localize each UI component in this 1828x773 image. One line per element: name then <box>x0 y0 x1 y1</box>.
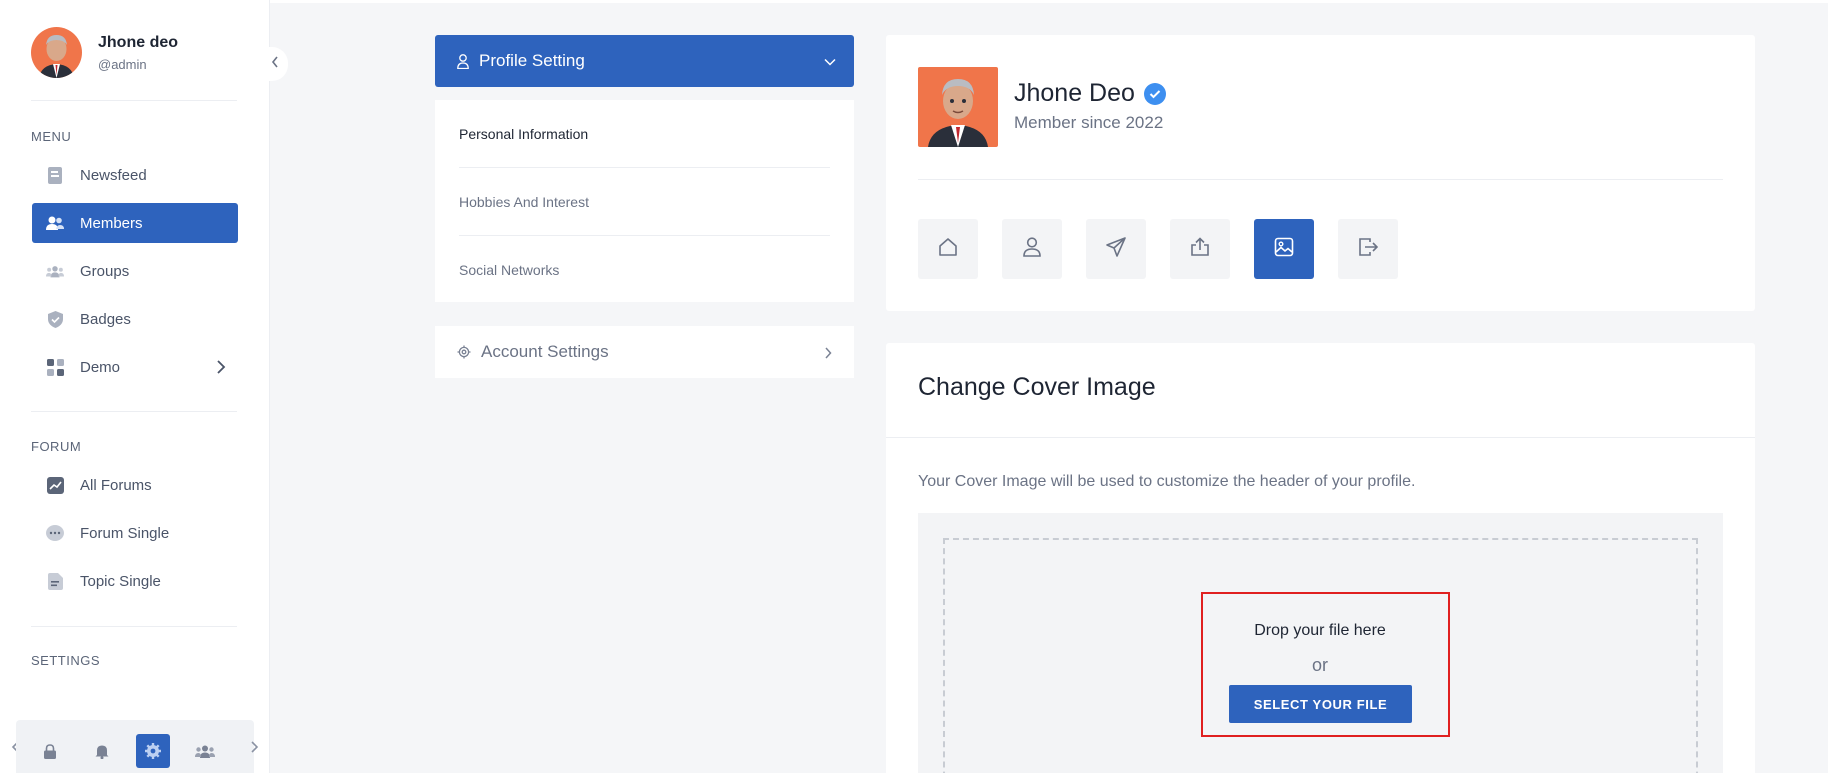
sidebar-item-groups[interactable]: Groups <box>32 251 238 291</box>
groups-icon <box>46 262 64 280</box>
tab-messages[interactable] <box>1086 219 1146 279</box>
upload-icon <box>1190 236 1210 262</box>
users-icon[interactable] <box>188 734 222 768</box>
account-settings-label: Account Settings <box>481 342 609 361</box>
profile-name: Jhone Deo <box>1014 79 1135 107</box>
user-icon <box>1023 236 1041 262</box>
select-file-button[interactable]: SELECT YOUR FILE <box>1229 685 1412 723</box>
chevron-right-icon <box>824 344 832 364</box>
cover-title: Change Cover Image <box>918 373 1156 401</box>
bell-icon[interactable] <box>85 734 119 768</box>
sidebar-item-label: Members <box>80 214 143 232</box>
cover-divider <box>886 437 1755 438</box>
tab-profile[interactable] <box>1002 219 1062 279</box>
sidebar-item-label: All Forums <box>80 476 152 494</box>
badge-icon <box>46 310 64 328</box>
menu-section-label: MENU <box>31 129 72 144</box>
sidebar-item-label: Badges <box>80 310 131 328</box>
profile-setting-list: Personal Information Hobbies And Interes… <box>435 100 854 302</box>
account-settings-header[interactable]: Account Settings <box>435 326 854 378</box>
chevron-right-icon <box>216 359 226 379</box>
tab-logout[interactable] <box>1338 219 1398 279</box>
member-since: Member since 2022 <box>1014 113 1164 132</box>
sidebar-item-label: Topic Single <box>80 572 161 590</box>
profile-setting-header[interactable]: Profile Setting <box>435 35 854 87</box>
settings-section-label: SETTINGS <box>31 653 101 668</box>
chat-icon <box>46 524 64 542</box>
sidebar-collapse-button[interactable] <box>262 47 288 81</box>
gear-icon <box>457 345 471 359</box>
user-icon <box>457 53 469 69</box>
logout-icon <box>1358 237 1379 262</box>
profile-name-row: Jhone Deo <box>1014 79 1166 108</box>
lock-icon[interactable] <box>33 734 67 768</box>
sidebar-item-all-forums[interactable]: All Forums <box>32 465 238 505</box>
newsfeed-icon <box>46 166 64 184</box>
sidebar-item-forum-single[interactable]: Forum Single <box>32 513 238 553</box>
bottom-toolbar <box>16 720 254 773</box>
tab-cover-image[interactable] <box>1254 219 1314 279</box>
chart-icon <box>46 476 64 494</box>
chevron-left-icon <box>271 55 279 74</box>
avatar <box>31 27 82 78</box>
profile-avatar <box>918 67 998 147</box>
tab-home[interactable] <box>918 219 978 279</box>
profile-card: Jhone Deo Member since 2022 <box>886 35 1755 311</box>
sidebar-item-topic-single[interactable]: Topic Single <box>32 561 238 601</box>
or-text: or <box>1311 655 1328 675</box>
user-handle: @admin <box>98 56 147 72</box>
chevron-down-icon <box>824 51 836 71</box>
image-icon <box>1274 237 1294 262</box>
sidebar-profile[interactable]: Jhone deo @admin <box>31 27 178 78</box>
menu-item-social-networks[interactable]: Social Networks <box>459 236 830 304</box>
sidebar-item-label: Forum Single <box>80 524 170 542</box>
profile-divider <box>918 179 1723 180</box>
cover-description: Your Cover Image will be used to customi… <box>918 473 1416 490</box>
home-icon <box>938 237 958 262</box>
sidebar-divider <box>31 100 237 101</box>
members-icon <box>46 214 64 232</box>
profile-setting-label: Profile Setting <box>479 51 585 70</box>
user-name: Jhone deo <box>98 33 179 51</box>
sidebar: Jhone deo @admin MENU Newsfeed Members G… <box>0 0 270 773</box>
menu-item-personal-information[interactable]: Personal Information <box>459 100 830 168</box>
sidebar-divider <box>31 411 237 412</box>
gear-icon[interactable] <box>136 734 170 768</box>
send-icon <box>1106 236 1126 262</box>
sidebar-item-members[interactable]: Members <box>32 203 238 243</box>
grid-icon <box>46 358 64 376</box>
drop-text: Drop your file here <box>1254 622 1386 639</box>
menu-item-hobbies-and-interest[interactable]: Hobbies And Interest <box>459 168 830 236</box>
tab-upload[interactable] <box>1170 219 1230 279</box>
sidebar-item-label: Demo <box>80 358 121 376</box>
verified-icon <box>1143 82 1166 105</box>
chevron-right-icon[interactable] <box>249 740 259 759</box>
document-icon <box>46 572 64 590</box>
sidebar-item-demo[interactable]: Demo <box>32 347 238 387</box>
sidebar-item-label: Newsfeed <box>80 166 147 184</box>
sidebar-item-badges[interactable]: Badges <box>32 299 238 339</box>
forum-section-label: FORUM <box>31 439 82 454</box>
sidebar-divider <box>31 626 237 627</box>
top-edge <box>270 0 1828 3</box>
sidebar-item-label: Groups <box>80 262 130 280</box>
sidebar-item-newsfeed[interactable]: Newsfeed <box>32 155 238 195</box>
